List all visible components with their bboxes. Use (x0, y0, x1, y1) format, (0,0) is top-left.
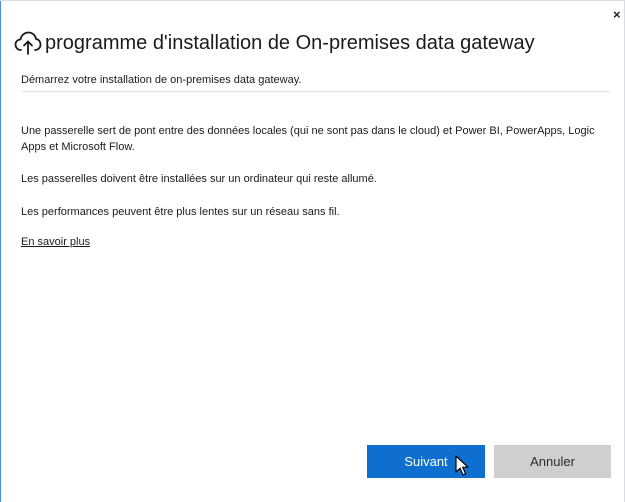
window-border-top (0, 0, 625, 1)
cloud-upload-icon (14, 31, 42, 55)
requirement-paragraph: Les passerelles doivent être installées … (21, 173, 377, 185)
learn-more-link[interactable]: En savoir plus (21, 236, 90, 248)
header-divider (21, 91, 610, 92)
window-title: programme d'installation de On-premises … (45, 32, 535, 54)
description-paragraph: Une passerelle sert de pont entre des do… (21, 125, 595, 153)
cancel-button[interactable]: Annuler (494, 445, 611, 478)
window-border-left (0, 0, 1, 502)
performance-paragraph: Les performances peuvent être plus lente… (21, 206, 340, 218)
close-button[interactable]: × (613, 8, 621, 21)
installer-window: × programme d'installation de On-premise… (0, 0, 625, 502)
mouse-pointer-icon (455, 455, 469, 476)
window-subtitle: Démarrez votre installation de on-premis… (21, 74, 302, 86)
